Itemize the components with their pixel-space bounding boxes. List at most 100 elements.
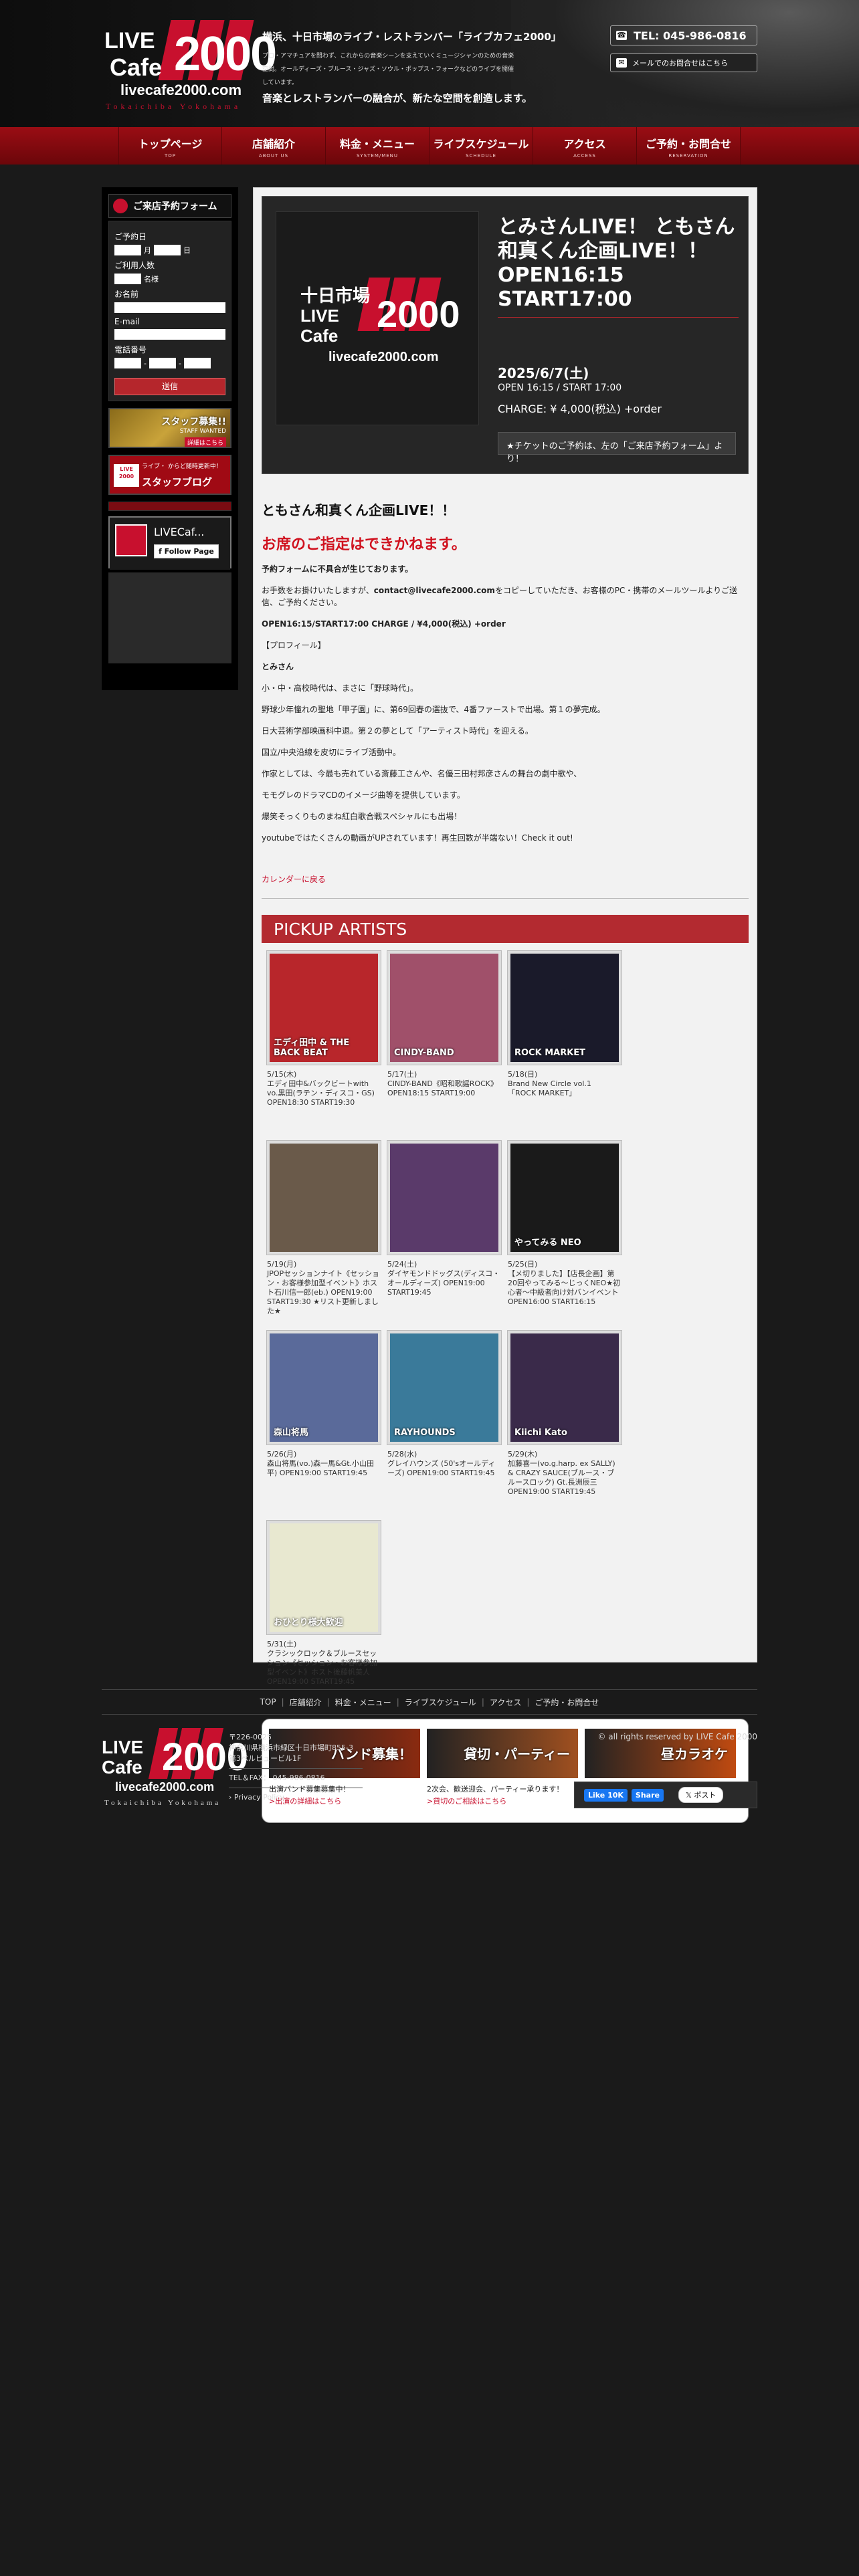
pickup-thumbnail[interactable]: エディ田中 & THE BACK BEAT bbox=[267, 951, 381, 1065]
pickup-thumbnail-label: エディ田中 & THE BACK BEAT bbox=[274, 1038, 350, 1058]
copyright: © all rights reserved by LIVE Cafe 2000 bbox=[597, 1732, 757, 1741]
header-mail-link[interactable]: ✉ メールでのお問合せはこちら bbox=[610, 53, 757, 72]
people-input[interactable] bbox=[114, 274, 141, 284]
fb-share-button[interactable]: Share bbox=[631, 1788, 664, 1802]
send-button[interactable]: 送信 bbox=[114, 378, 225, 395]
pickup-card[interactable]: CINDY-BAND 5/17(土) CINDY-BAND《昭和歌謡ROCK》 O… bbox=[387, 951, 508, 1141]
header-tel[interactable]: ☎ TEL: 045-986-0816 bbox=[610, 25, 757, 45]
contact-paragraph: お手数をお掛けいたしますが、contact@livecafe2000.comをコ… bbox=[262, 584, 749, 609]
header-description: プロ・アマチュアを問わず、これからの音楽シーンを支えていくミュージシャンのための… bbox=[262, 53, 514, 86]
phone-input-1[interactable] bbox=[114, 358, 141, 368]
footer-nav-link[interactable]: アクセス bbox=[490, 1697, 521, 1708]
profile-line: モモグレのドラマCDのイメージ曲等を提供しています。 bbox=[262, 790, 465, 800]
pickup-caption: 5/24(土) ダイヤモンドドッグス(ディスコ・オールディーズ) OPEN19:… bbox=[387, 1260, 500, 1297]
pickup-card[interactable]: Kiichi Kato 5/29(木) 加藤喜一(vo.g.harp. ex SA… bbox=[508, 1331, 628, 1521]
staff-banner-link: 詳細はこちら bbox=[184, 437, 226, 447]
back-to-calendar-link[interactable]: カレンダーに戻る bbox=[262, 873, 749, 885]
pickup-thumbnail[interactable] bbox=[387, 1141, 501, 1255]
blog-banner-top: ライブ・ からど随時更新中！ bbox=[142, 463, 222, 470]
email-label: E-mail bbox=[114, 317, 140, 326]
pickup-card[interactable]: おひとり様大歓迎 5/31(土) クラシックロック＆ブルースセッション《セッション… bbox=[267, 1521, 387, 1711]
nav-reservation[interactable]: ご予約・お問合せ RESERVATION bbox=[637, 127, 741, 165]
pickup-thumbnail[interactable] bbox=[267, 1141, 381, 1255]
footer-nav: TOP | 店舗紹介 | 料金・メニュー | ライブスケジュール | アクセス | ご予約・お問合せ bbox=[102, 1689, 757, 1715]
pickup-card[interactable]: ROCK MARKET 5/18(日) Brand New Circle vol.… bbox=[508, 951, 628, 1141]
footer-logo[interactable]: LIVE Cafe 2000 livecafe2000.com Tokaichib… bbox=[102, 1728, 248, 1811]
name-input[interactable] bbox=[114, 302, 225, 313]
pickup-thumbnail[interactable]: RAYHOUNDS bbox=[387, 1331, 501, 1444]
sidebar-divider bbox=[108, 502, 231, 511]
email-input[interactable] bbox=[114, 329, 225, 340]
pickup-card[interactable]: 5/19(月) JPOPセッションナイト《セッション・お客様参加型イベント》ホス… bbox=[267, 1141, 387, 1331]
phone-input-3[interactable] bbox=[183, 358, 211, 368]
privacy-link[interactable]: › Privacy Policy bbox=[229, 1792, 363, 1803]
nav-sub: SCHEDULE bbox=[466, 153, 496, 158]
form-icon bbox=[113, 199, 128, 213]
nav-label: トップページ bbox=[138, 138, 203, 150]
main-content: 十日市場 LIVE Cafe 2000 livecafe2000.com とみさんL… bbox=[253, 187, 757, 1823]
profile-line: 爆笑そっくりものまね紅白歌合戦スペシャルにも出場！ bbox=[262, 812, 462, 821]
pickup-thumbnail[interactable]: Kiichi Kato bbox=[508, 1331, 622, 1444]
pickup-thumbnail-label: CINDY-BAND bbox=[394, 1048, 454, 1058]
blog-banner[interactable]: LIVE 2000 ライブ・ からど随時更新中！ スタッフブログ bbox=[108, 455, 231, 495]
footer-logo-url: livecafe2000.com bbox=[115, 1780, 215, 1794]
nav-top[interactable]: トップページ TOP bbox=[118, 127, 222, 165]
facebook-icon: f bbox=[159, 547, 165, 556]
nav-about[interactable]: 店舗紹介 ABOUT US bbox=[222, 127, 326, 165]
pickup-artists-heading: PICKUP ARTISTS bbox=[262, 915, 749, 943]
mail-icon: ✉ bbox=[616, 58, 627, 68]
fb-like-button[interactable]: Like 10K bbox=[584, 1788, 628, 1802]
month-label: 月 bbox=[144, 246, 151, 255]
footer-nav-link[interactable]: ご予約・お問合せ bbox=[535, 1697, 599, 1708]
phone-input-2[interactable] bbox=[149, 358, 176, 368]
event-title: とみさんLIVE！ ともさん和真くん企画LIVE！！ OPEN16:15 STA… bbox=[498, 215, 739, 318]
nav-schedule[interactable]: ライブスケジュール SCHEDULE bbox=[430, 127, 533, 165]
blog-banner-title: スタッフブログ bbox=[142, 476, 213, 488]
footer-nav-separator: | bbox=[396, 1697, 399, 1707]
pickup-card[interactable]: 5/24(土) ダイヤモンドドッグス(ディスコ・オールディーズ) OPEN19:… bbox=[387, 1141, 508, 1331]
pickup-thumbnail[interactable]: おひとり様大歓迎 bbox=[267, 1521, 381, 1634]
pickup-thumbnail[interactable]: やってみる NEO bbox=[508, 1141, 622, 1255]
people-row: 名様 bbox=[114, 274, 225, 284]
pickup-card[interactable]: エディ田中 & THE BACK BEAT 5/15(木) エディ田中&バックビー… bbox=[267, 951, 387, 1141]
staff-banner[interactable]: スタッフ募集!! STAFF WANTED 詳細はこちら bbox=[108, 408, 231, 448]
reservation-form: ご予約日 月 日 ご利用人数 名様 お名前 E-mail 電話番号 -- 送信 bbox=[108, 221, 231, 401]
blog-logo: LIVE 2000 bbox=[114, 464, 139, 487]
event-logo-text: 十日市場 LIVE Cafe bbox=[300, 286, 371, 346]
profile-line: 作家としては、今最も売れている斎藤工さんや、名優三田村邦彦さんの舞台の劇中歌や、 bbox=[262, 769, 582, 778]
footer-nav-link[interactable]: TOP bbox=[260, 1697, 276, 1707]
nav-sub: TOP bbox=[164, 153, 176, 158]
nav-sub: SYSTEM/MENU bbox=[356, 153, 399, 158]
nav-system[interactable]: 料金・メニュー SYSTEM/MENU bbox=[326, 127, 430, 165]
nav-label: 店舗紹介 bbox=[252, 138, 295, 150]
pickup-card[interactable]: RAYHOUNDS 5/28(水) グレイハウンズ (50'sオールディーズ) O… bbox=[387, 1331, 508, 1521]
month-input[interactable] bbox=[114, 245, 141, 255]
date-row: 月 日 bbox=[114, 245, 225, 255]
event-image: 十日市場 LIVE Cafe 2000 livecafe2000.com bbox=[276, 211, 479, 425]
footer-nav-link[interactable]: 料金・メニュー bbox=[335, 1697, 391, 1708]
pickup-thumbnail-label: Kiichi Kato bbox=[514, 1428, 567, 1438]
pickup-card[interactable]: やってみる NEO 5/25(日) 【メ切りました】【店長企画】第20回やってみる… bbox=[508, 1141, 628, 1331]
nav-label: ご予約・お問合せ bbox=[645, 138, 731, 150]
site-logo[interactable]: LIVE Cafe 2000 livecafe2000.com Tokaichi… bbox=[100, 20, 277, 114]
facebook-widget[interactable]: LIVECaf... f Follow Page bbox=[108, 516, 231, 570]
x-post-button[interactable]: 𝕏 ポスト bbox=[678, 1787, 724, 1803]
contact-text-a: お手数をお掛けいたしますが、 bbox=[262, 586, 374, 595]
pickup-caption: 5/15(木) エディ田中&バックビートwith vo.黒田(ラテン・ディスコ・… bbox=[267, 1070, 375, 1107]
pickup-card[interactable]: 森山将馬 5/26(月) 森山将馬(vo.)森一馬&Gt.小山田平) OPEN19… bbox=[267, 1331, 387, 1521]
footer-nav-link[interactable]: ライブスケジュール bbox=[405, 1697, 476, 1708]
nav-access[interactable]: アクセス ACCESS bbox=[533, 127, 637, 165]
footer-nav-separator: | bbox=[481, 1697, 484, 1707]
pickup-thumbnail-label: おひとり様大歓迎 bbox=[274, 1618, 343, 1628]
divider bbox=[262, 898, 749, 899]
footer-nav-link[interactable]: 店舗紹介 bbox=[290, 1697, 322, 1708]
fb-follow-button[interactable]: f Follow Page bbox=[154, 544, 219, 558]
pickup-thumbnail[interactable]: CINDY-BAND bbox=[387, 951, 501, 1065]
day-input[interactable] bbox=[154, 245, 181, 255]
nav-label: ライブスケジュール bbox=[433, 138, 529, 150]
pickup-thumbnail[interactable]: 森山将馬 bbox=[267, 1331, 381, 1444]
contact-email[interactable]: contact@livecafe2000.com bbox=[374, 586, 495, 595]
form-issue-notice: 予約フォームに不具合が生じております。 bbox=[262, 564, 413, 574]
pickup-thumbnail[interactable]: ROCK MARKET bbox=[508, 951, 622, 1065]
footer-tel: TEL＆FAX： 045-986-0816 bbox=[229, 1774, 325, 1782]
